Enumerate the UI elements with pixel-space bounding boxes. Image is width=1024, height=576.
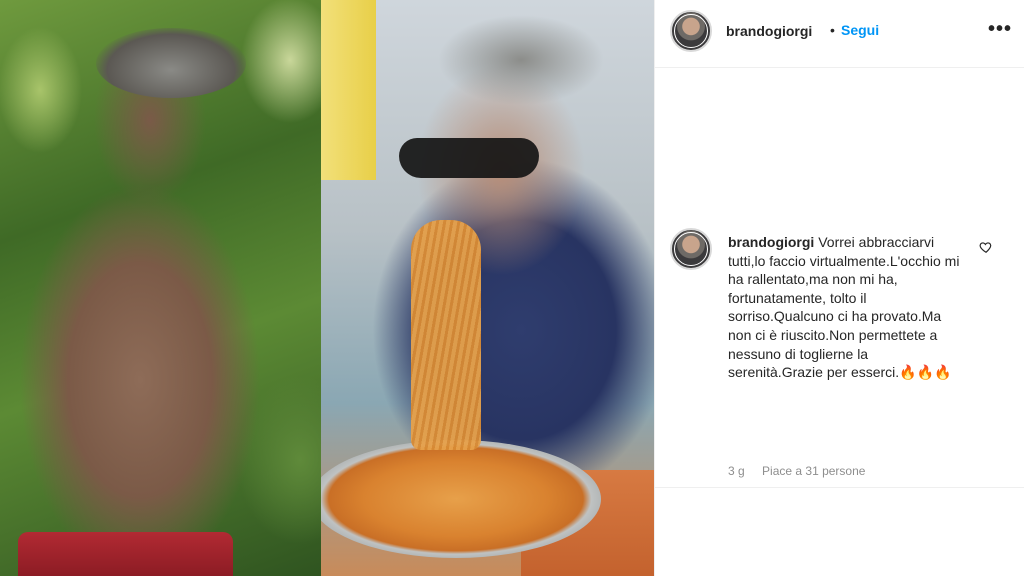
photo-detail-shorts	[18, 532, 233, 576]
photo-detail-sunglasses	[399, 138, 539, 178]
heart-icon[interactable]	[979, 240, 993, 254]
likes-count[interactable]: Piace a 31 persone	[762, 464, 865, 478]
separator-dot: •	[830, 22, 835, 38]
avatar[interactable]	[670, 10, 712, 52]
caption-avatar[interactable]	[670, 228, 712, 270]
caption-meta: 3 g Piace a 31 persone	[728, 464, 865, 478]
caption-text: Vorrei abbracciarvi tutti,lo faccio virt…	[728, 234, 960, 381]
post-caption: brandogiorgi Vorrei abbracciarvi tutti,l…	[728, 233, 962, 382]
post-photo-right[interactable]	[321, 0, 654, 576]
follow-button[interactable]: Segui	[841, 22, 879, 38]
photo-detail-hair	[96, 28, 246, 98]
divider	[655, 487, 1024, 488]
photo-detail-umbrella	[321, 0, 376, 180]
post-header: brandogiorgi • Segui •••	[655, 0, 1024, 68]
post-side-panel: brandogiorgi • Segui ••• brandogiorgi Vo…	[654, 0, 1024, 576]
header-username[interactable]: brandogiorgi	[726, 23, 812, 39]
post-time[interactable]: 3 g	[728, 464, 745, 478]
caption-username[interactable]: brandogiorgi	[728, 234, 814, 250]
post-photo-left[interactable]	[0, 0, 321, 576]
more-options-icon[interactable]: •••	[988, 18, 1012, 41]
photo-detail-spaghetti	[411, 220, 481, 450]
photo-detail-plate	[321, 440, 601, 558]
